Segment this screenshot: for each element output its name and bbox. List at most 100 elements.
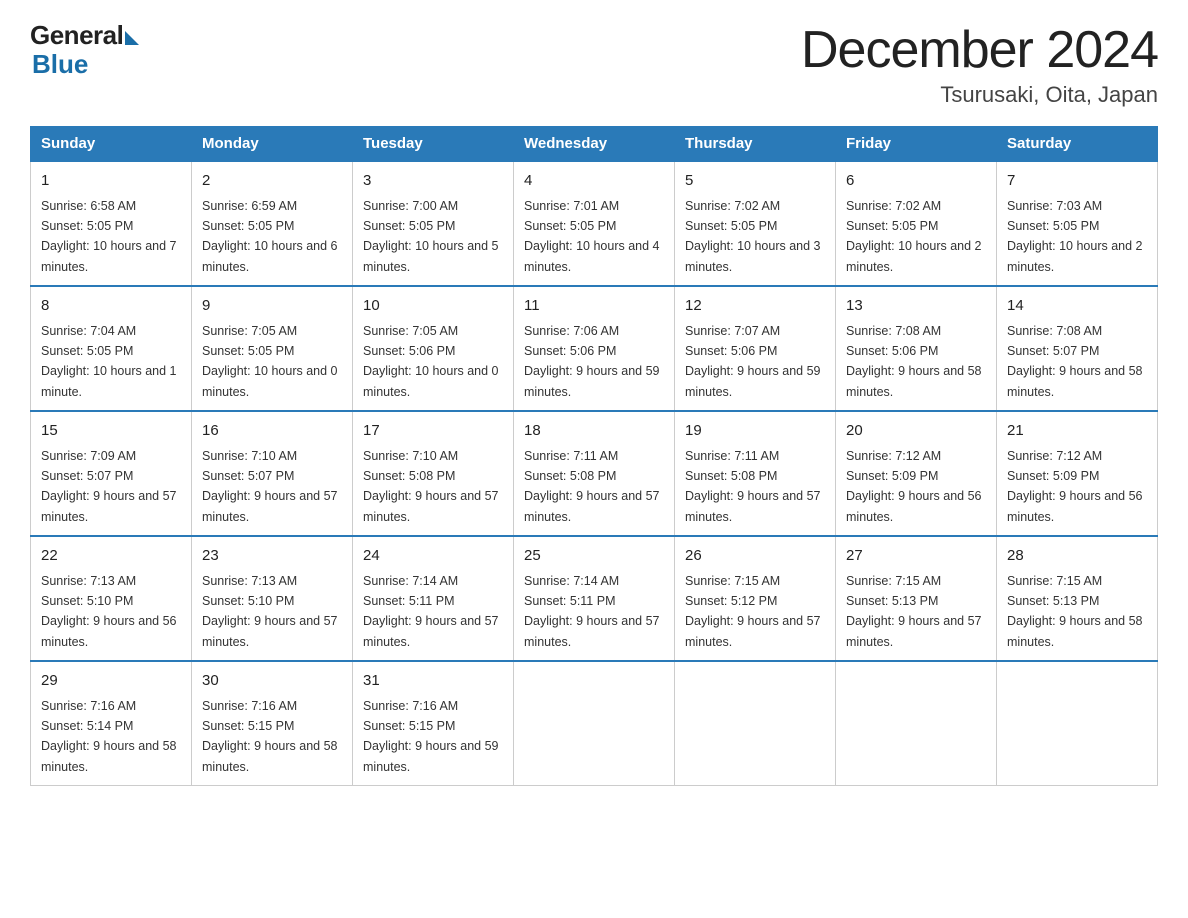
day-number: 3: [363, 170, 503, 193]
day-number: 24: [363, 545, 503, 568]
calendar-cell-1: 1Sunrise: 6:58 AMSunset: 5:05 PMDaylight…: [31, 161, 192, 286]
day-info: Sunrise: 6:59 AMSunset: 5:05 PMDaylight:…: [202, 199, 338, 274]
calendar-cell-21: 21 Sunrise: 7:12 AMSunset: 5:09 PMDayligh…: [997, 411, 1158, 536]
calendar-cell-5: 5Sunrise: 7:02 AMSunset: 5:05 PMDaylight…: [675, 161, 836, 286]
calendar-header-row: SundayMondayTuesdayWednesdayThursdayFrid…: [31, 127, 1158, 162]
calendar-cell-20: 20 Sunrise: 7:12 AMSunset: 5:09 PMDayligh…: [836, 411, 997, 536]
calendar-cell-empty: [514, 661, 675, 786]
calendar-cell-24: 24 Sunrise: 7:14 AMSunset: 5:11 PMDayligh…: [353, 536, 514, 661]
day-number: 6: [846, 170, 986, 193]
day-info: Sunrise: 7:03 AMSunset: 5:05 PMDaylight:…: [1007, 199, 1143, 274]
calendar-cell-28: 28Sunrise: 7:15 AMSunset: 5:13 PMDayligh…: [997, 536, 1158, 661]
day-number: 12: [685, 295, 825, 318]
calendar-cell-6: 6 Sunrise: 7:02 AMSunset: 5:05 PMDaylight…: [836, 161, 997, 286]
calendar-table: SundayMondayTuesdayWednesdayThursdayFrid…: [30, 126, 1158, 786]
page-header: General Blue December 2024 Tsurusaki, Oi…: [30, 20, 1158, 108]
day-info: Sunrise: 7:15 AMSunset: 5:13 PMDaylight:…: [846, 574, 982, 649]
day-info: Sunrise: 7:02 AMSunset: 5:05 PMDaylight:…: [846, 199, 982, 274]
logo-general-text: General: [30, 20, 123, 51]
day-number: 19: [685, 420, 825, 443]
day-info: Sunrise: 7:12 AMSunset: 5:09 PMDaylight:…: [846, 449, 982, 524]
day-info: Sunrise: 7:15 AMSunset: 5:12 PMDaylight:…: [685, 574, 821, 649]
day-number: 23: [202, 545, 342, 568]
day-info: Sunrise: 7:00 AMSunset: 5:05 PMDaylight:…: [363, 199, 499, 274]
calendar-cell-17: 17Sunrise: 7:10 AMSunset: 5:08 PMDayligh…: [353, 411, 514, 536]
day-number: 15: [41, 420, 181, 443]
day-number: 7: [1007, 170, 1147, 193]
calendar-cell-27: 27 Sunrise: 7:15 AMSunset: 5:13 PMDayligh…: [836, 536, 997, 661]
calendar-header-wednesday: Wednesday: [514, 127, 675, 162]
day-number: 31: [363, 670, 503, 693]
calendar-week-row-3: 15 Sunrise: 7:09 AMSunset: 5:07 PMDayligh…: [31, 411, 1158, 536]
day-info: Sunrise: 7:07 AMSunset: 5:06 PMDaylight:…: [685, 324, 821, 399]
calendar-header-sunday: Sunday: [31, 127, 192, 162]
day-number: 22: [41, 545, 181, 568]
calendar-cell-empty: [836, 661, 997, 786]
day-number: 4: [524, 170, 664, 193]
day-number: 17: [363, 420, 503, 443]
calendar-header-friday: Friday: [836, 127, 997, 162]
calendar-cell-10: 10Sunrise: 7:05 AMSunset: 5:06 PMDayligh…: [353, 286, 514, 411]
day-number: 20: [846, 420, 986, 443]
title-block: December 2024 Tsurusaki, Oita, Japan: [801, 20, 1158, 108]
day-number: 2: [202, 170, 342, 193]
logo-blue-text: Blue: [30, 49, 88, 80]
day-number: 28: [1007, 545, 1147, 568]
day-info: Sunrise: 7:14 AMSunset: 5:11 PMDaylight:…: [524, 574, 660, 649]
calendar-week-row-2: 8 Sunrise: 7:04 AMSunset: 5:05 PMDaylight…: [31, 286, 1158, 411]
page-title: December 2024: [801, 20, 1158, 80]
day-info: Sunrise: 7:08 AMSunset: 5:07 PMDaylight:…: [1007, 324, 1143, 399]
calendar-cell-2: 2 Sunrise: 6:59 AMSunset: 5:05 PMDaylight…: [192, 161, 353, 286]
day-number: 16: [202, 420, 342, 443]
calendar-header-thursday: Thursday: [675, 127, 836, 162]
calendar-cell-9: 9Sunrise: 7:05 AMSunset: 5:05 PMDaylight…: [192, 286, 353, 411]
calendar-cell-25: 25 Sunrise: 7:14 AMSunset: 5:11 PMDayligh…: [514, 536, 675, 661]
calendar-week-row-5: 29Sunrise: 7:16 AMSunset: 5:14 PMDayligh…: [31, 661, 1158, 786]
day-number: 11: [524, 295, 664, 318]
calendar-cell-15: 15 Sunrise: 7:09 AMSunset: 5:07 PMDayligh…: [31, 411, 192, 536]
calendar-cell-4: 4Sunrise: 7:01 AMSunset: 5:05 PMDaylight…: [514, 161, 675, 286]
day-number: 18: [524, 420, 664, 443]
day-info: Sunrise: 7:06 AMSunset: 5:06 PMDaylight:…: [524, 324, 660, 399]
day-number: 21: [1007, 420, 1147, 443]
calendar-cell-11: 11 Sunrise: 7:06 AMSunset: 5:06 PMDayligh…: [514, 286, 675, 411]
day-info: Sunrise: 7:11 AMSunset: 5:08 PMDaylight:…: [524, 449, 660, 524]
calendar-cell-13: 13Sunrise: 7:08 AMSunset: 5:06 PMDayligh…: [836, 286, 997, 411]
day-number: 8: [41, 295, 181, 318]
day-number: 25: [524, 545, 664, 568]
day-info: Sunrise: 7:16 AMSunset: 5:15 PMDaylight:…: [363, 699, 499, 774]
day-info: Sunrise: 7:16 AMSunset: 5:15 PMDaylight:…: [202, 699, 338, 774]
calendar-cell-16: 16Sunrise: 7:10 AMSunset: 5:07 PMDayligh…: [192, 411, 353, 536]
calendar-cell-empty: [675, 661, 836, 786]
calendar-cell-7: 7 Sunrise: 7:03 AMSunset: 5:05 PMDaylight…: [997, 161, 1158, 286]
day-number: 9: [202, 295, 342, 318]
calendar-week-row-4: 22 Sunrise: 7:13 AMSunset: 5:10 PMDayligh…: [31, 536, 1158, 661]
day-info: Sunrise: 7:02 AMSunset: 5:05 PMDaylight:…: [685, 199, 821, 274]
calendar-cell-23: 23 Sunrise: 7:13 AMSunset: 5:10 PMDayligh…: [192, 536, 353, 661]
calendar-cell-8: 8 Sunrise: 7:04 AMSunset: 5:05 PMDaylight…: [31, 286, 192, 411]
calendar-cell-31: 31 Sunrise: 7:16 AMSunset: 5:15 PMDayligh…: [353, 661, 514, 786]
day-info: Sunrise: 7:09 AMSunset: 5:07 PMDaylight:…: [41, 449, 177, 524]
calendar-cell-26: 26Sunrise: 7:15 AMSunset: 5:12 PMDayligh…: [675, 536, 836, 661]
day-info: Sunrise: 7:13 AMSunset: 5:10 PMDaylight:…: [41, 574, 177, 649]
calendar-cell-14: 14 Sunrise: 7:08 AMSunset: 5:07 PMDayligh…: [997, 286, 1158, 411]
day-info: Sunrise: 7:08 AMSunset: 5:06 PMDaylight:…: [846, 324, 982, 399]
calendar-header-monday: Monday: [192, 127, 353, 162]
day-info: Sunrise: 7:12 AMSunset: 5:09 PMDaylight:…: [1007, 449, 1143, 524]
day-number: 14: [1007, 295, 1147, 318]
calendar-cell-30: 30 Sunrise: 7:16 AMSunset: 5:15 PMDayligh…: [192, 661, 353, 786]
calendar-cell-empty: [997, 661, 1158, 786]
day-info: Sunrise: 7:14 AMSunset: 5:11 PMDaylight:…: [363, 574, 499, 649]
day-info: Sunrise: 7:16 AMSunset: 5:14 PMDaylight:…: [41, 699, 177, 774]
calendar-cell-19: 19Sunrise: 7:11 AMSunset: 5:08 PMDayligh…: [675, 411, 836, 536]
calendar-header-saturday: Saturday: [997, 127, 1158, 162]
logo-triangle-icon: [125, 31, 139, 45]
calendar-cell-22: 22 Sunrise: 7:13 AMSunset: 5:10 PMDayligh…: [31, 536, 192, 661]
day-number: 30: [202, 670, 342, 693]
day-info: Sunrise: 7:13 AMSunset: 5:10 PMDaylight:…: [202, 574, 338, 649]
calendar-cell-18: 18 Sunrise: 7:11 AMSunset: 5:08 PMDayligh…: [514, 411, 675, 536]
day-info: Sunrise: 6:58 AMSunset: 5:05 PMDaylight:…: [41, 199, 177, 274]
day-info: Sunrise: 7:04 AMSunset: 5:05 PMDaylight:…: [41, 324, 177, 399]
day-number: 27: [846, 545, 986, 568]
calendar-cell-3: 3 Sunrise: 7:00 AMSunset: 5:05 PMDaylight…: [353, 161, 514, 286]
